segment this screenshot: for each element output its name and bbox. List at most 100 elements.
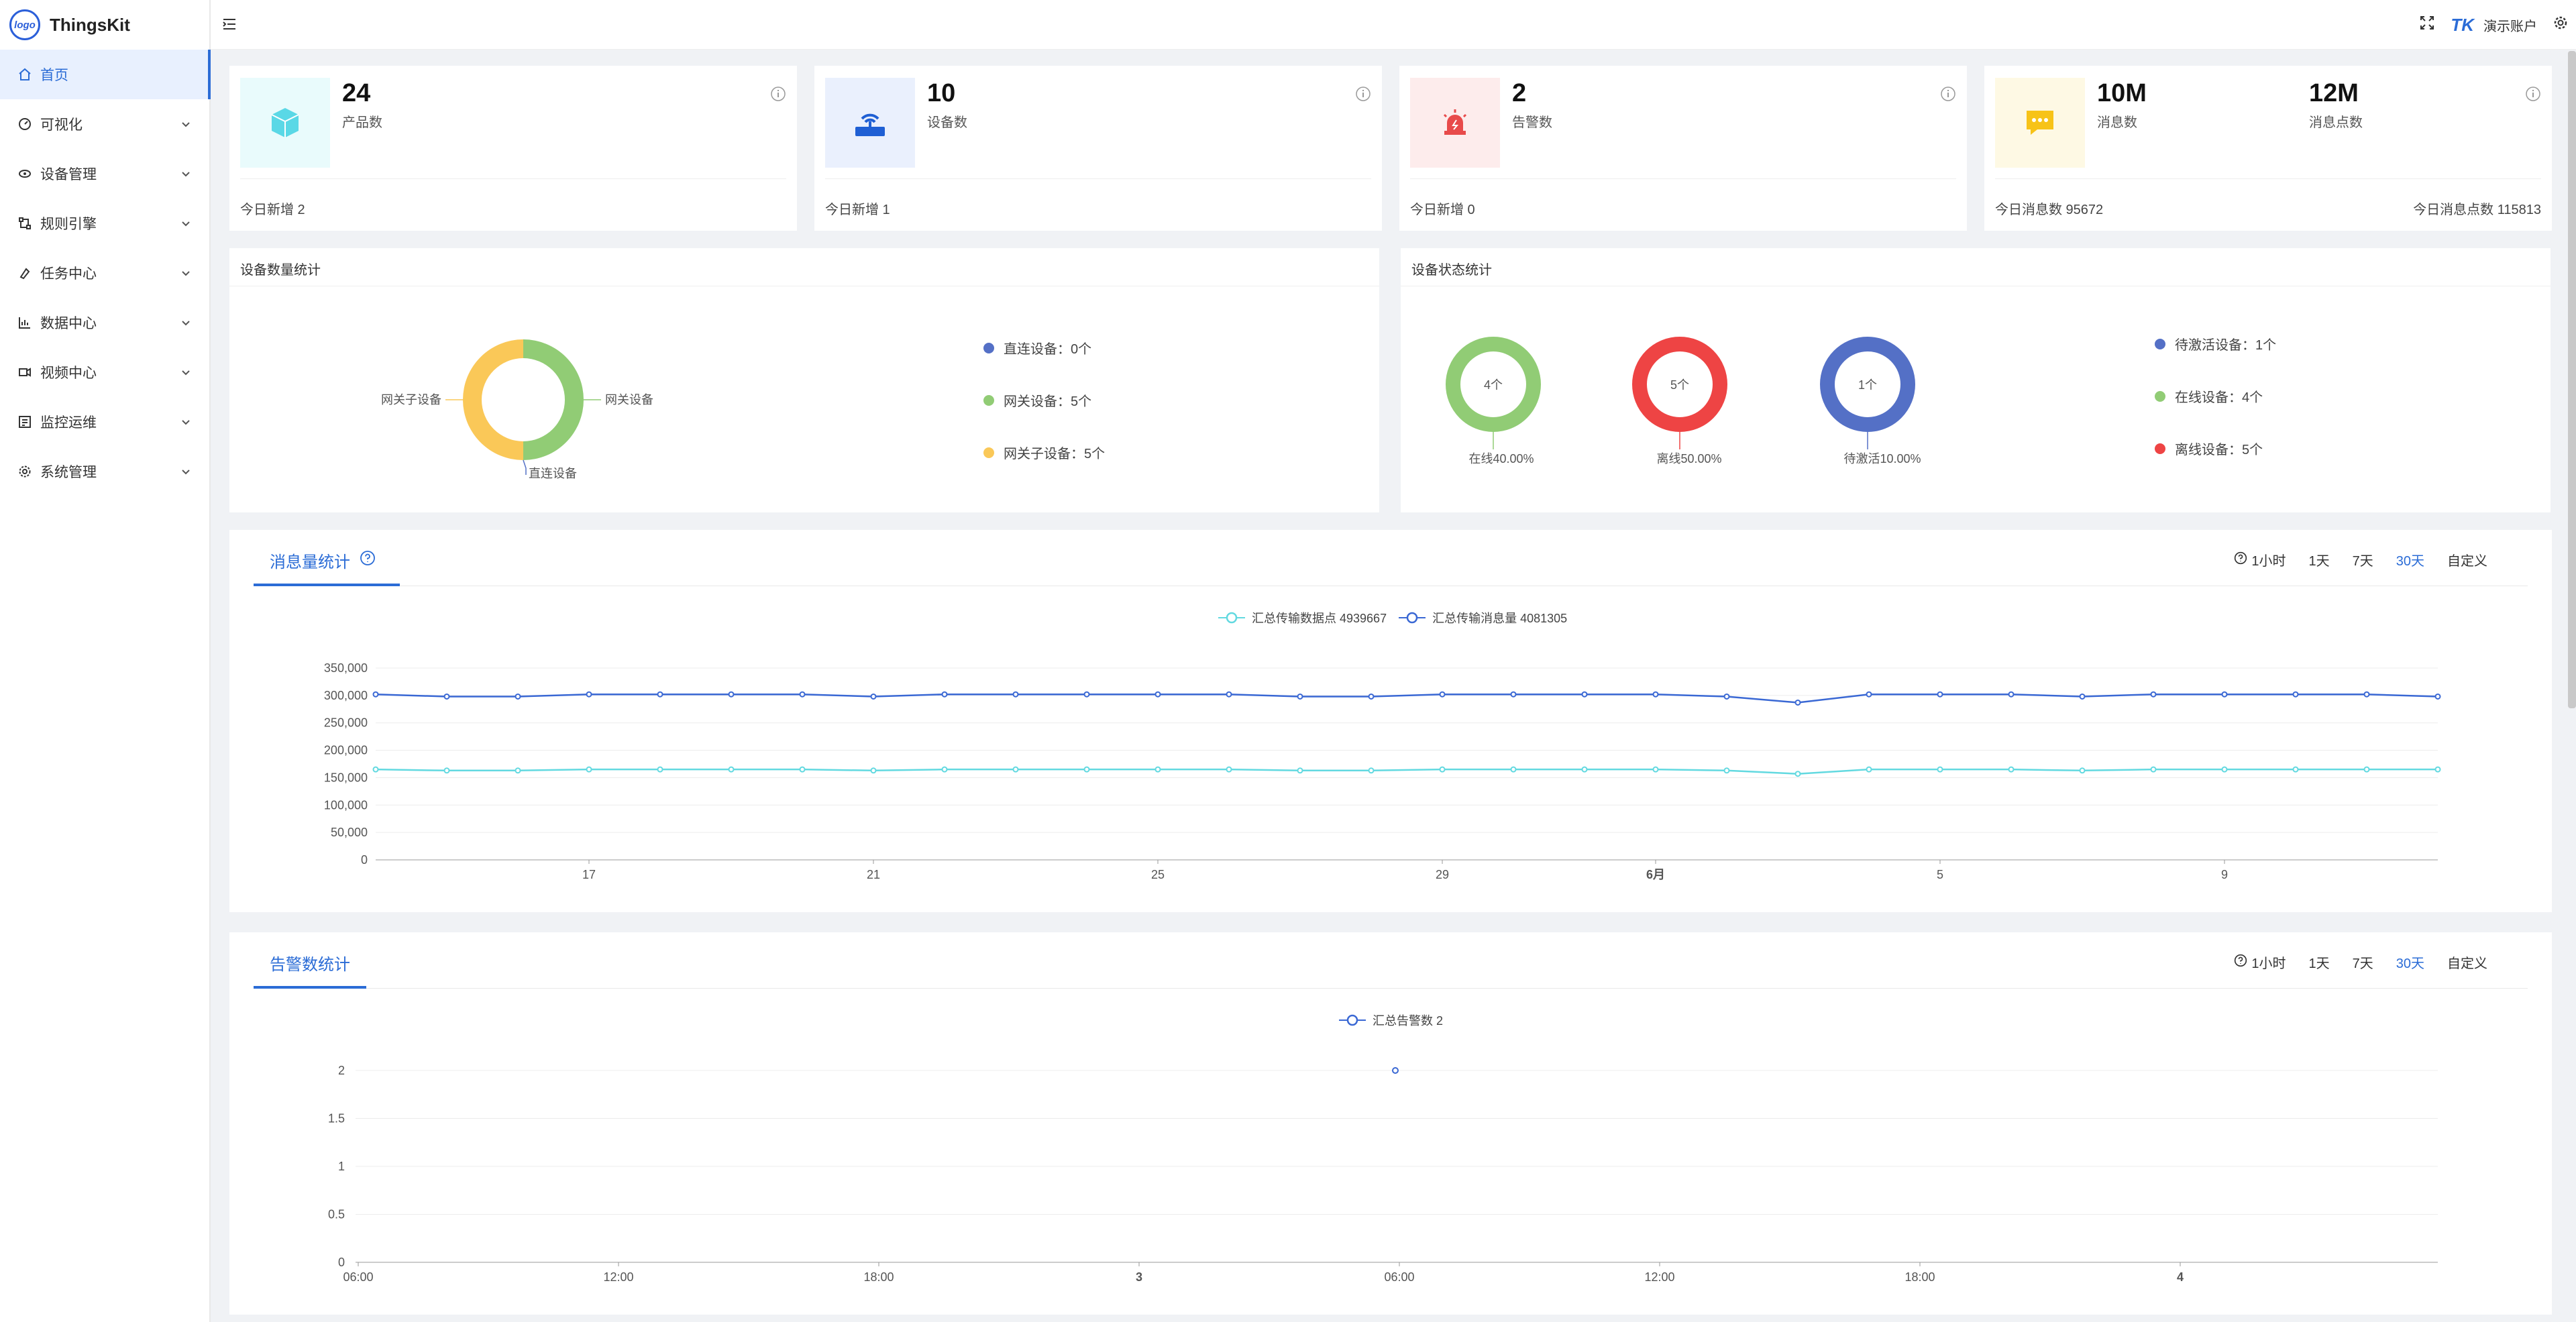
message-count: 10M xyxy=(2097,79,2147,107)
account-name: 演示账户 xyxy=(2483,19,2537,34)
x-tick-label: 18:00 xyxy=(863,1270,894,1284)
message-line-chart: 350,000 300,000 250,000 200,000 150,000 100,0… xyxy=(324,661,2441,881)
ring-offline: 5个 离线50.00% xyxy=(1632,337,1727,465)
legend-label: 在线设备： xyxy=(2175,390,2242,405)
gear-icon xyxy=(17,464,32,479)
series-point xyxy=(2008,766,2015,773)
series-point xyxy=(2079,767,2086,774)
series-point xyxy=(2434,766,2441,773)
series-point xyxy=(443,693,450,700)
sidebar-item-tasks[interactable]: 任务中心 xyxy=(0,248,211,298)
sidebar-item-label: 可视化 xyxy=(40,117,83,133)
divider xyxy=(825,178,1371,179)
page-scrollbar[interactable] xyxy=(2568,51,2576,708)
series-point xyxy=(1083,766,1090,773)
legend-value: 5个 xyxy=(1084,447,1106,461)
y-tick-label: 0 xyxy=(338,1256,345,1269)
device-count-panel: 设备数量统计 网关子设备 网关设备 直连设备 直连设备： 0个 网关设备： 5个… xyxy=(229,248,1379,512)
series-point xyxy=(2434,693,2441,700)
sidebar-item-home[interactable]: 首页 xyxy=(0,50,211,99)
x-tick-label: 25 xyxy=(1151,868,1165,881)
legend-value: 1个 xyxy=(2255,338,2277,353)
info-icon[interactable] xyxy=(1940,86,1956,105)
sidebar-item-monitor[interactable]: 监控运维 xyxy=(0,397,211,447)
legend-direct: 直连设备： 0个 xyxy=(983,338,1091,357)
sidebar-item-system[interactable]: 系统管理 xyxy=(0,447,211,496)
info-icon[interactable] xyxy=(770,86,786,105)
legend-value: 0个 xyxy=(1071,342,1092,357)
message-points-count: 12M xyxy=(2309,79,2359,107)
y-tick-label: 250,000 xyxy=(324,716,368,730)
legend-online: 在线设备： 4个 xyxy=(2155,386,2263,406)
chevron-down-icon xyxy=(181,166,191,182)
account-menu[interactable]: TK 演示账户 xyxy=(2451,15,2537,36)
logo-icon: logo xyxy=(9,9,40,40)
sidebar-item-rules[interactable]: 规则引擎 xyxy=(0,199,211,248)
y-tick-label: 1.5 xyxy=(328,1112,345,1125)
sidebar: logo ThingsKit 首页 可视化 设备管理 规则引擎 任务中心 数据中… xyxy=(0,0,211,1322)
legend-dot xyxy=(983,342,994,353)
series-point xyxy=(515,767,521,774)
message-stat-card: 10M 消息数 12M 消息点数 今日消息数 95672 今日消息点数 1158… xyxy=(1984,66,2552,231)
series-point xyxy=(941,766,948,773)
ring-caption-online: 在线40.00% xyxy=(1468,452,1534,465)
menu-collapse-icon[interactable] xyxy=(221,16,237,36)
series-point xyxy=(1723,693,1730,700)
product-count: 24 xyxy=(342,79,371,107)
task-icon xyxy=(17,266,32,280)
series-point xyxy=(870,693,877,700)
legend-dot xyxy=(2155,390,2165,402)
y-tick-label: 100,000 xyxy=(324,798,368,812)
legend-label: 网关子设备： xyxy=(1004,447,1084,461)
x-tick-label: 06:00 xyxy=(343,1270,373,1284)
ring-caption-offline: 离线50.00% xyxy=(1656,452,1721,465)
series-point xyxy=(1368,767,1375,774)
device-count-label: 设备数 xyxy=(927,115,967,130)
message-count-label: 消息数 xyxy=(2097,115,2137,130)
ring-online: 4个 在线40.00% xyxy=(1446,337,1541,465)
series-point xyxy=(1652,766,1659,773)
series-point xyxy=(1937,691,1943,698)
device-count-donut: 网关子设备 网关设备 直连设备 xyxy=(381,339,653,480)
product-count-label: 产品数 xyxy=(342,115,382,130)
series-point xyxy=(443,767,450,774)
app-logo[interactable]: logo ThingsKit xyxy=(0,0,209,50)
series-point xyxy=(1866,691,1872,698)
series-point xyxy=(372,766,379,773)
x-tick-label: 12:00 xyxy=(603,1270,633,1284)
chart-icon xyxy=(17,315,32,330)
divider xyxy=(240,178,786,179)
series-point xyxy=(1083,691,1090,698)
sidebar-item-visualization[interactable]: 可视化 xyxy=(0,99,211,149)
sidebar-item-video[interactable]: 视频中心 xyxy=(0,347,211,397)
series-point xyxy=(515,693,521,700)
alarm-count-panel: 告警数统计 1小时 1天 7天 30天 自定义 汇总告警数 2 2 1.5 1 0.5… xyxy=(229,932,2552,1315)
series-point xyxy=(2150,691,2157,698)
sidebar-item-data[interactable]: 数据中心 xyxy=(0,298,211,347)
message-volume-panel: 消息量统计 1小时 1天 7天 30天 自定义 汇总传输数据点 4939667 … xyxy=(229,530,2552,912)
message-today: 今日消息数 95672 xyxy=(1995,203,2104,217)
series-point xyxy=(1652,691,1659,698)
sidebar-item-label: 规则引擎 xyxy=(40,217,97,232)
series-point xyxy=(2150,766,2157,773)
series-point xyxy=(1937,766,1943,773)
x-tick-label: 17 xyxy=(582,868,596,881)
fullscreen-icon[interactable] xyxy=(2420,15,2434,34)
y-tick-label: 0 xyxy=(361,853,368,867)
series-point xyxy=(1012,766,1019,773)
info-icon[interactable] xyxy=(1355,86,1371,105)
series-line-0 xyxy=(375,768,2438,775)
info-icon[interactable] xyxy=(2525,86,2541,105)
series-point xyxy=(2363,766,2370,773)
series-point xyxy=(941,691,948,698)
device-count: 10 xyxy=(927,79,956,107)
settings-gear-icon[interactable] xyxy=(2553,15,2568,34)
product-stat-card: 24 产品数 今日新增 2 xyxy=(229,66,797,231)
ring-caption-inactive: 待激活10.00% xyxy=(1843,452,1921,465)
rule-icon xyxy=(17,216,32,231)
ring-inactive: 1个 待激活10.00% xyxy=(1820,337,1921,465)
legend-label: 离线设备： xyxy=(2175,443,2242,457)
series-point xyxy=(2292,691,2299,698)
sidebar-item-devices[interactable]: 设备管理 xyxy=(0,149,211,199)
x-tick-label: 29 xyxy=(1436,868,1449,881)
